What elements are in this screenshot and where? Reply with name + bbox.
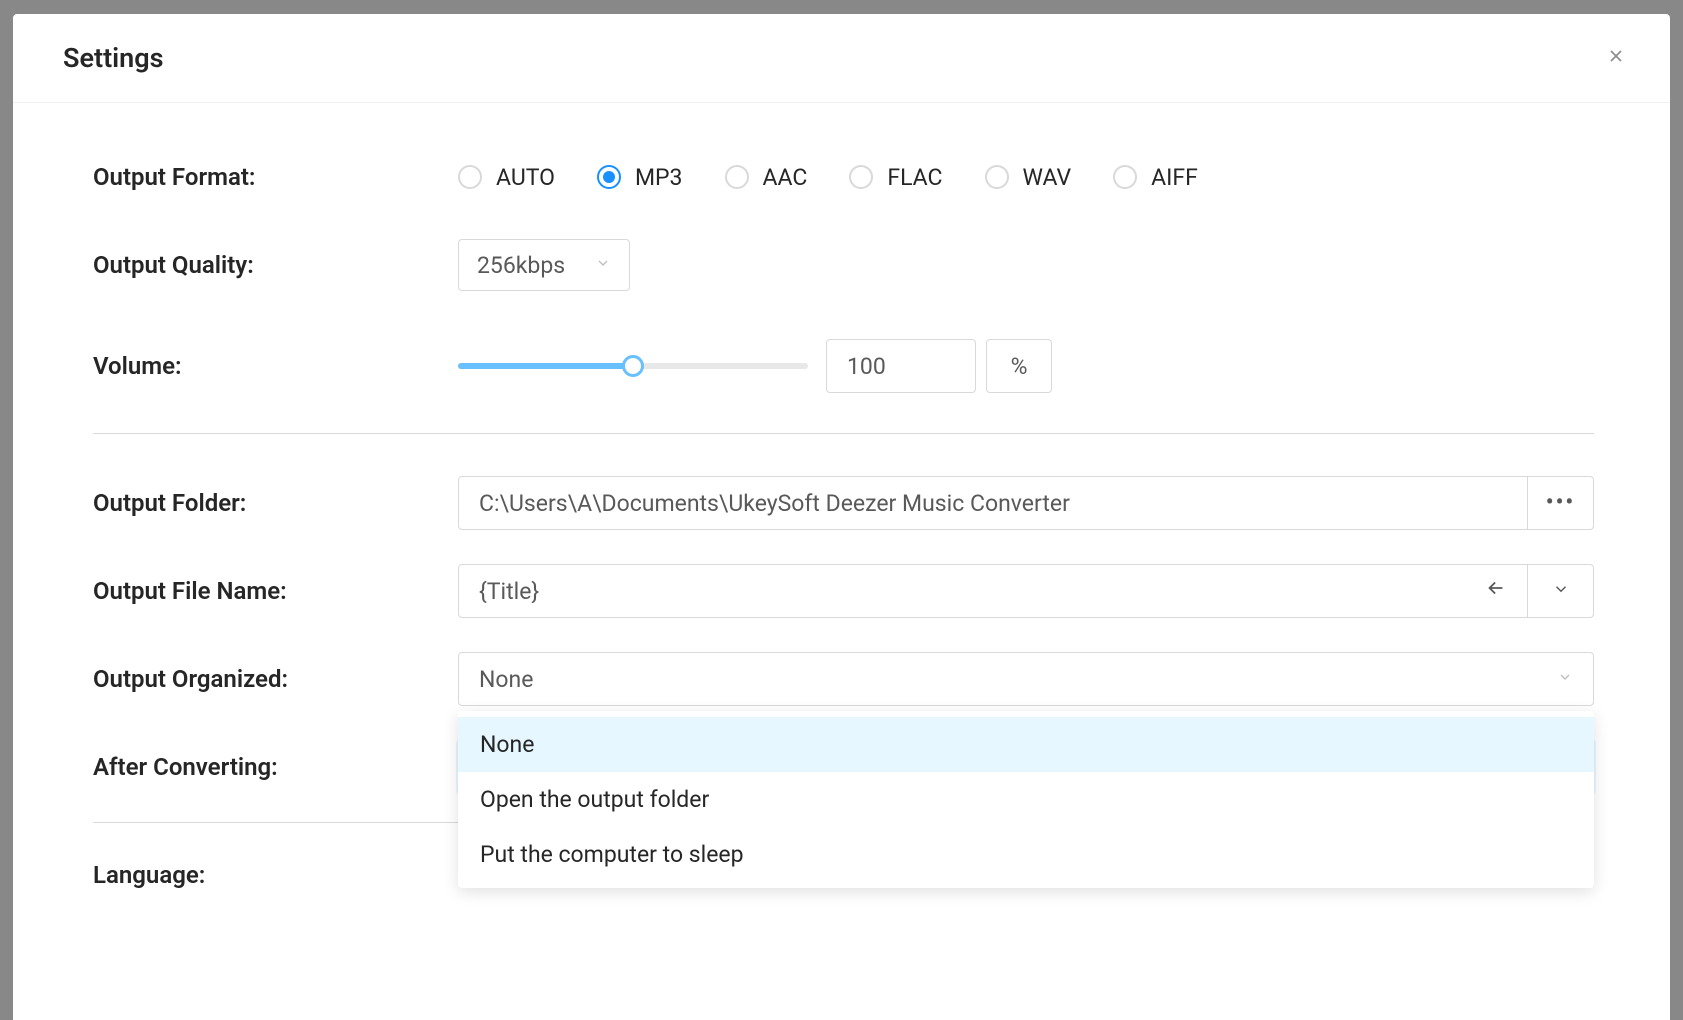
output-file-name-field: {Title} [458,564,1594,618]
row-volume: Volume: 100 % [93,339,1594,393]
dropdown-option[interactable]: None [458,717,1594,772]
radio-label: AAC [763,164,808,191]
output-folder-field: C:\Users\A\Documents\UkeySoft Deezer Mus… [458,476,1594,530]
after-converting-dropdown: NoneOpen the output folderPut the comput… [458,711,1594,888]
radio-icon [458,165,482,189]
label-after-converting: After Converting: [93,753,458,781]
label-output-format: Output Format: [93,163,458,191]
volume-slider[interactable] [458,363,808,369]
radio-icon [985,165,1009,189]
label-output-file-name: Output File Name: [93,577,458,605]
radio-icon [597,165,621,189]
radio-label: WAV [1023,164,1072,191]
label-output-organized: Output Organized: [93,665,458,693]
volume-value: 100 [847,353,886,380]
radio-option-wav[interactable]: WAV [985,164,1072,191]
dropdown-option[interactable]: Open the output folder [458,772,1594,827]
label-language: Language: [93,861,458,889]
output-format-radio-group: AUTO MP3 AAC FLAC WAV AIFF [458,164,1198,191]
volume-slider-thumb[interactable] [622,355,644,377]
chevron-down-icon [1557,669,1573,689]
radio-icon [849,165,873,189]
row-output-format: Output Format: AUTO MP3 AAC FLAC WAV AIFF [93,163,1594,191]
output-quality-value: 256kbps [477,252,565,279]
chevron-down-icon [1552,580,1570,602]
settings-modal: Settings Output Format: AUTO MP3 AAC FLAC WA… [13,14,1670,1020]
label-output-folder: Output Folder: [93,489,458,517]
output-quality-select[interactable]: 256kbps [458,239,630,291]
modal-title: Settings [63,42,164,74]
output-file-name-value: {Title} [479,578,539,605]
close-button[interactable] [1598,40,1634,76]
arrow-left-icon [1485,577,1507,605]
radio-label: AIFF [1151,164,1198,191]
radio-option-aac[interactable]: AAC [725,164,808,191]
ellipsis-icon: ••• [1546,492,1575,514]
modal-header: Settings [13,14,1670,103]
row-output-quality: Output Quality: 256kbps [93,239,1594,291]
radio-icon [1113,165,1137,189]
volume-slider-fill [458,363,633,369]
volume-unit: % [986,339,1052,393]
output-folder-value: C:\Users\A\Documents\UkeySoft Deezer Mus… [479,490,1070,517]
radio-icon [725,165,749,189]
divider [93,433,1594,434]
row-output-folder: Output Folder: C:\Users\A\Documents\Ukey… [93,476,1594,530]
dropdown-option[interactable]: Put the computer to sleep [458,827,1594,882]
radio-option-flac[interactable]: FLAC [849,164,942,191]
browse-folder-button[interactable]: ••• [1528,476,1594,530]
radio-option-aiff[interactable]: AIFF [1113,164,1198,191]
radio-option-mp3[interactable]: MP3 [597,164,683,191]
radio-option-auto[interactable]: AUTO [458,164,555,191]
modal-body: Output Format: AUTO MP3 AAC FLAC WAV AIFF Out… [13,103,1670,889]
output-folder-input[interactable]: C:\Users\A\Documents\UkeySoft Deezer Mus… [458,476,1528,530]
row-output-organized: Output Organized: None [93,652,1594,706]
output-organized-value: None [479,666,1557,693]
chevron-down-icon [595,255,611,275]
row-output-file-name: Output File Name: {Title} [93,564,1594,618]
volume-input[interactable]: 100 [826,339,976,393]
label-volume: Volume: [93,352,458,380]
volume-controls: 100 % [458,339,1052,393]
file-name-options-button[interactable] [1528,564,1594,618]
output-organized-select[interactable]: None [458,652,1594,706]
radio-label: FLAC [887,164,942,191]
output-file-name-input[interactable]: {Title} [458,564,1528,618]
label-output-quality: Output Quality: [93,251,458,279]
radio-label: MP3 [635,164,683,191]
radio-label: AUTO [496,164,555,191]
close-icon [1606,46,1626,70]
